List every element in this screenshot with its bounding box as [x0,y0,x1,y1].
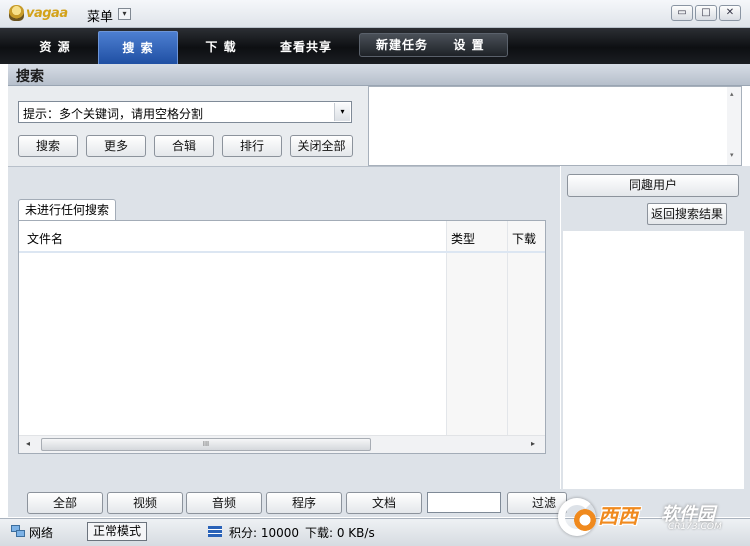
title-bar: vagaa 菜单 ▾ ▭ □ ✕ [0,0,750,28]
more-button[interactable]: 更多 [86,135,146,157]
mascot-icon [9,5,24,21]
similar-users-list[interactable] [563,231,744,516]
section-title: 搜索 [16,69,44,85]
ranking-button[interactable]: 排行 [222,135,282,157]
tab-resources[interactable]: 资 源 [14,31,96,64]
scroll-right-icon[interactable]: ▸ [531,439,535,448]
scroll-left-icon[interactable]: ◂ [26,439,30,448]
tab-downloads[interactable]: 下 载 [180,31,262,64]
brand-name: vagaa [26,6,68,21]
minimize-button[interactable]: ▭ [671,5,693,21]
download-speed-text: 下载: 0 KB/s [305,526,375,540]
column-header-download[interactable]: 下载 [512,230,536,247]
status-bar: 网络 正常模式 积分: 10000 下载: 0 KB/s [0,518,750,546]
menu-dropdown-icon[interactable]: ▾ [118,8,131,20]
filter-apply-button[interactable]: 过滤 [507,492,567,514]
nav-bar: 资 源 搜 索 下 载 查看共享 新建任务 设 置 [0,28,750,64]
settings-button[interactable]: 设 置 [442,34,496,56]
main-menu[interactable]: 菜单 [87,6,113,25]
score-text: 积分: 10000 [229,526,300,540]
keyword-combobox[interactable]: 提示：多个关键词，请用空格分割 ▾ [18,101,352,123]
filter-all-button[interactable]: 全部 [27,492,103,514]
section-header: 搜索 [8,64,750,86]
chevron-down-icon[interactable]: ▾ [334,103,350,121]
keyword-combobox-value: 提示：多个关键词，请用空格分割 [23,107,204,121]
vertical-scrollbar[interactable]: ▴ ▾ [727,87,741,165]
filter-video-button[interactable]: 视频 [107,492,183,514]
score-icon [208,526,222,537]
column-header-filename[interactable]: 文件名 [27,230,63,247]
table-header: 文件名 类型 下载 [19,221,545,253]
filter-audio-button[interactable]: 音频 [186,492,262,514]
similar-users-button[interactable]: 同趣用户 [567,174,739,197]
nav-tool-group: 新建任务 设 置 [359,33,508,57]
filter-document-button[interactable]: 文档 [346,492,422,514]
network-label[interactable]: 网络 [29,524,53,541]
filter-program-button[interactable]: 程序 [266,492,342,514]
tab-view-shares[interactable]: 查看共享 [264,31,348,64]
horizontal-scrollbar[interactable]: ◂ III ▸ [19,435,545,453]
scrollbar-thumb[interactable]: III [41,438,371,451]
mode-button[interactable]: 正常模式 [87,522,147,541]
search-info-box[interactable]: ▴ ▾ [368,86,742,166]
close-button[interactable]: ✕ [719,5,741,21]
column-header-type[interactable]: 类型 [451,230,475,247]
tab-search[interactable]: 搜 索 [98,31,178,64]
window-controls: ▭ □ ✕ [671,5,743,22]
scroll-up-icon[interactable]: ▴ [730,90,734,98]
scroll-down-icon[interactable]: ▾ [730,151,734,159]
maximize-button[interactable]: □ [695,5,717,21]
type-column [446,221,507,436]
new-task-button[interactable]: 新建任务 [366,34,438,56]
back-to-results-button[interactable]: 返回搜索结果 [647,203,727,225]
results-table: 文件名 类型 下载 ◂ III ▸ [18,220,546,454]
download-column [507,221,545,436]
close-all-button[interactable]: 关闭全部 [290,135,353,157]
collection-button[interactable]: 合辑 [154,135,214,157]
network-icon [11,525,25,538]
filter-input[interactable] [427,492,501,513]
app-logo: vagaa [9,5,68,23]
tab-search-status[interactable]: 未进行任何搜索 [18,199,116,221]
search-button[interactable]: 搜索 [18,135,78,157]
